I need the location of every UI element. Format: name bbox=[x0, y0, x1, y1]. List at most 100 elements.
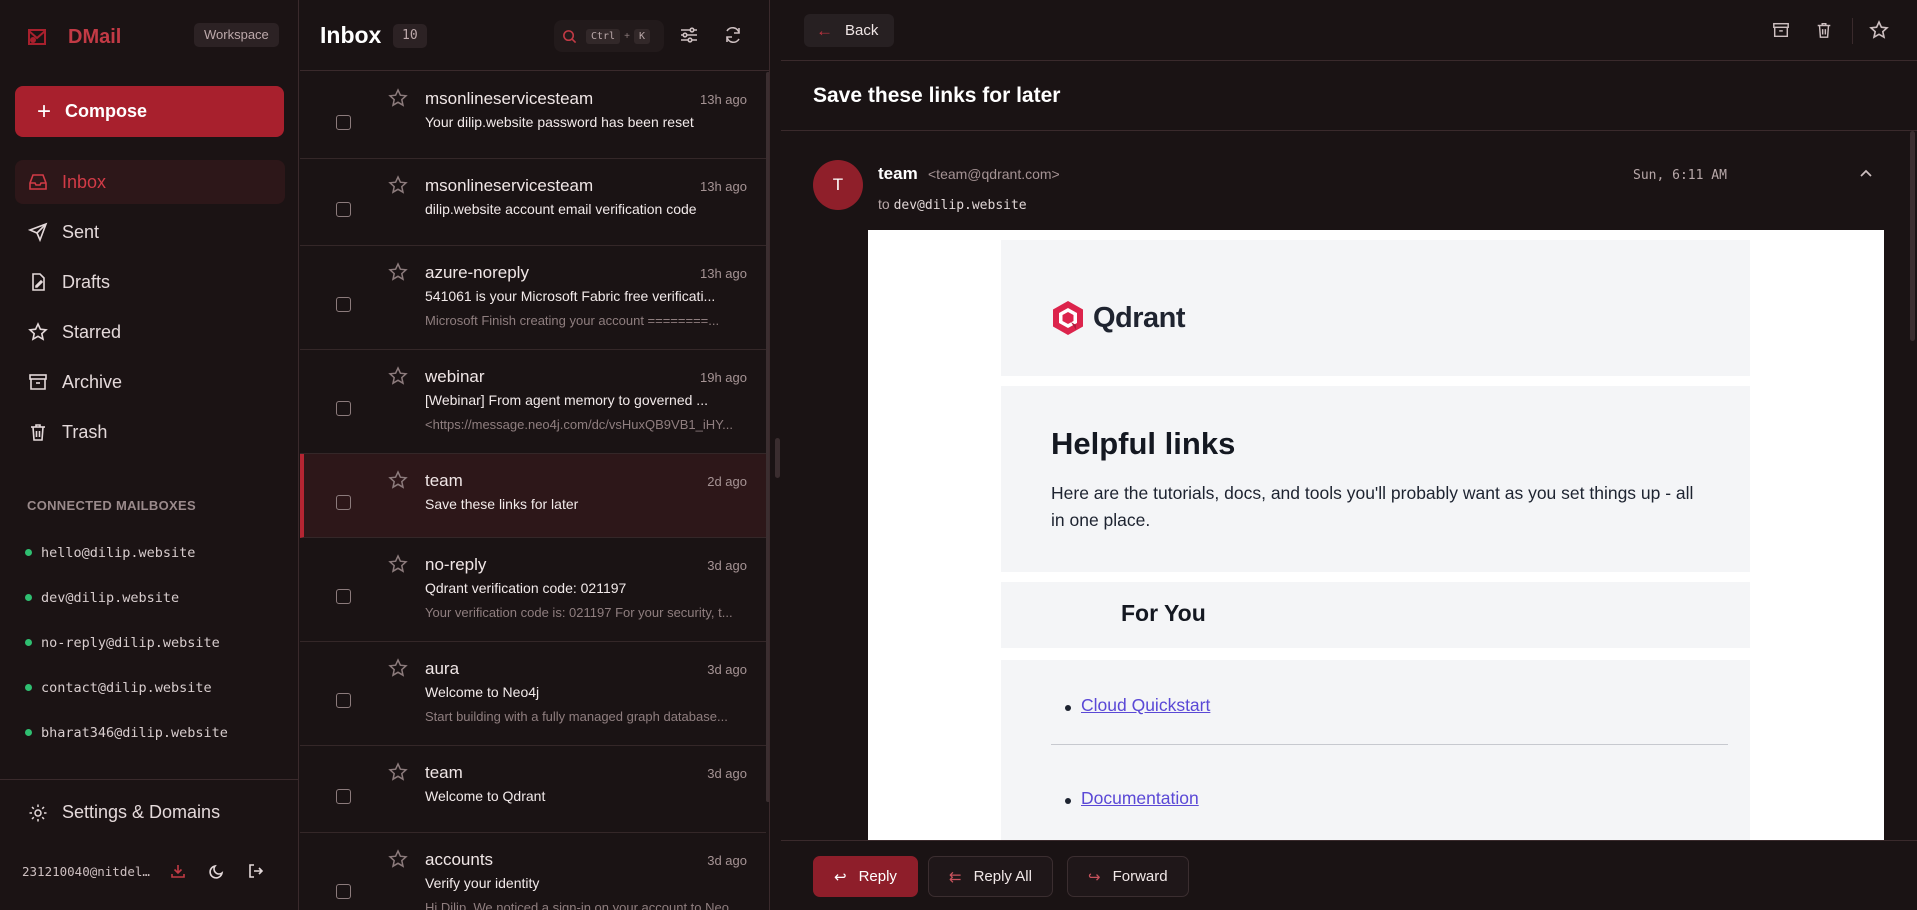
message-row[interactable]: msonlineservicesteam 13h ago Your dilip.we… bbox=[300, 72, 766, 159]
email-intro-card: Helpful links Here are the tutorials, do… bbox=[1001, 386, 1750, 572]
reader-scrollbar[interactable] bbox=[1910, 131, 1915, 341]
settings-link[interactable]: Settings & Domains bbox=[28, 802, 220, 823]
sidebar-item-label: Drafts bbox=[62, 271, 111, 292]
message-checkbox[interactable] bbox=[336, 114, 351, 130]
message-time: 3d ago bbox=[707, 766, 747, 781]
archive-icon[interactable] bbox=[1770, 19, 1792, 41]
message-sender: msonlineservicesteam bbox=[425, 89, 594, 108]
mailbox-item[interactable]: no-reply@dilip.website bbox=[25, 620, 228, 665]
online-status-icon bbox=[25, 594, 32, 601]
brand[interactable]: DMail bbox=[24, 22, 121, 52]
message-row[interactable]: team 2d ago Save these links for later bbox=[300, 454, 766, 538]
star-icon[interactable] bbox=[388, 366, 408, 386]
brand-name: DMail bbox=[68, 25, 122, 48]
shortcut-key: Ctrl bbox=[586, 28, 621, 44]
qdrant-logo-icon bbox=[1053, 301, 1083, 335]
star-icon[interactable] bbox=[388, 762, 408, 782]
reader-toolbar: ← Back bbox=[781, 0, 1917, 61]
workspace-badge[interactable]: Workspace bbox=[194, 23, 279, 47]
sidebar-item-label: Sent bbox=[62, 221, 100, 242]
email-date: Sun, 6:11 AM bbox=[1633, 168, 1727, 183]
compose-button[interactable]: + Compose bbox=[15, 86, 284, 137]
chevron-up-icon[interactable] bbox=[1858, 166, 1874, 182]
message-row[interactable]: accounts 3d ago Verify your identity Hi Dil… bbox=[300, 833, 766, 910]
sidebar-item-drafts[interactable]: Drafts bbox=[15, 260, 285, 304]
to-prefix: to bbox=[878, 196, 890, 212]
sidebar-item-sent[interactable]: Sent bbox=[15, 210, 285, 254]
message-preview: Start building with a fully managed grap… bbox=[425, 709, 728, 724]
message-checkbox[interactable] bbox=[336, 884, 351, 899]
shortcut-plus: + bbox=[624, 30, 630, 42]
message-sender: team bbox=[425, 471, 463, 490]
star-icon[interactable] bbox=[1868, 19, 1890, 41]
message-sender: team bbox=[425, 763, 463, 782]
sidebar-item-trash[interactable]: Trash bbox=[15, 410, 285, 454]
online-status-icon bbox=[25, 684, 32, 691]
send-icon bbox=[28, 222, 48, 242]
compose-label: Compose bbox=[65, 101, 148, 121]
forward-button[interactable]: ↪ Forward bbox=[1067, 856, 1189, 897]
reply-icon: ↩ bbox=[834, 868, 847, 886]
settings-label: Settings & Domains bbox=[62, 802, 221, 822]
star-icon[interactable] bbox=[388, 470, 408, 490]
sidebar-item-archive[interactable]: Archive bbox=[15, 360, 285, 404]
message-row[interactable]: webinar 19h ago [Webinar] From agent memor… bbox=[300, 350, 766, 454]
back-button[interactable]: ← Back bbox=[804, 14, 895, 47]
filter-sliders-icon[interactable] bbox=[678, 24, 700, 46]
moon-icon[interactable] bbox=[206, 860, 228, 882]
qdrant-wordmark: Qdrant bbox=[1093, 301, 1186, 334]
message-checkbox[interactable] bbox=[336, 297, 351, 312]
message-row[interactable]: team 3d ago Welcome to Qdrant bbox=[300, 746, 766, 833]
reply-all-label: Reply All bbox=[973, 868, 1032, 885]
message-checkbox[interactable] bbox=[336, 589, 351, 604]
panel-resize-handle[interactable] bbox=[775, 438, 780, 478]
refresh-icon[interactable] bbox=[722, 24, 744, 46]
message-checkbox[interactable] bbox=[336, 401, 351, 416]
message-checkbox[interactable] bbox=[336, 693, 351, 708]
forward-label: Forward bbox=[1112, 868, 1168, 885]
message-sender: accounts bbox=[425, 850, 494, 869]
cloud-quickstart-link[interactable]: Cloud Quickstart bbox=[1081, 695, 1210, 716]
trash-icon[interactable] bbox=[1813, 19, 1835, 41]
sidebar-item-inbox[interactable]: Inbox bbox=[15, 160, 285, 204]
sender-email: <team@qdrant.com> bbox=[928, 166, 1060, 182]
star-icon[interactable] bbox=[388, 175, 408, 195]
star-icon[interactable] bbox=[388, 849, 408, 869]
section-title: For You bbox=[1121, 600, 1206, 626]
documentation-link[interactable]: Documentation bbox=[1081, 788, 1199, 809]
list-scrollbar[interactable] bbox=[766, 72, 769, 802]
drafts-icon bbox=[28, 272, 48, 292]
message-checkbox[interactable] bbox=[336, 788, 351, 804]
sender-name: team bbox=[878, 164, 918, 183]
mailbox-item[interactable]: dev@dilip.website bbox=[25, 575, 228, 620]
sidebar-item-starred[interactable]: Starred bbox=[15, 310, 285, 354]
star-icon[interactable] bbox=[388, 262, 408, 282]
message-row[interactable]: azure-noreply 13h ago 541061 is your Micro… bbox=[300, 246, 766, 350]
message-checkbox[interactable] bbox=[336, 495, 351, 510]
mailbox-item[interactable]: contact@dilip.website bbox=[25, 665, 228, 710]
reply-all-button[interactable]: ⇇ Reply All bbox=[928, 856, 1053, 897]
star-icon[interactable] bbox=[388, 658, 408, 678]
account-email[interactable]: 231210040@nitdel… bbox=[22, 864, 150, 879]
star-icon[interactable] bbox=[388, 88, 408, 108]
star-icon[interactable] bbox=[388, 554, 408, 574]
message-row[interactable]: aura 3d ago Welcome to Neo4j Start building… bbox=[300, 642, 766, 746]
reply-button[interactable]: ↩ Reply bbox=[813, 856, 918, 897]
message-checkbox[interactable] bbox=[336, 201, 351, 217]
message-sender: webinar bbox=[425, 367, 485, 386]
download-icon[interactable] bbox=[167, 860, 189, 882]
qdrant-logo: Qdrant bbox=[1051, 300, 1186, 336]
mailbox-item[interactable]: bharat346@dilip.website bbox=[25, 710, 228, 755]
sidebar: DMail Workspace + Compose Inbox Sent Dra… bbox=[0, 0, 299, 910]
recipient-address: dev@dilip.website bbox=[893, 198, 1027, 213]
forward-icon: ↪ bbox=[1088, 868, 1101, 886]
search-button[interactable]: Ctrl + K bbox=[554, 20, 664, 52]
mailbox-address: no-reply@dilip.website bbox=[41, 634, 220, 651]
message-sender: msonlineservicesteam bbox=[425, 176, 594, 195]
mailbox-item[interactable]: hello@dilip.website bbox=[25, 530, 228, 575]
recipient-line: to dev@dilip.website bbox=[878, 196, 1027, 213]
message-row[interactable]: msonlineservicesteam 13h ago dilip.website… bbox=[300, 159, 766, 246]
message-row[interactable]: no-reply 3d ago Qdrant verification code: … bbox=[300, 538, 766, 642]
sidebar-item-label: Starred bbox=[62, 321, 122, 342]
logout-icon[interactable] bbox=[245, 860, 267, 882]
